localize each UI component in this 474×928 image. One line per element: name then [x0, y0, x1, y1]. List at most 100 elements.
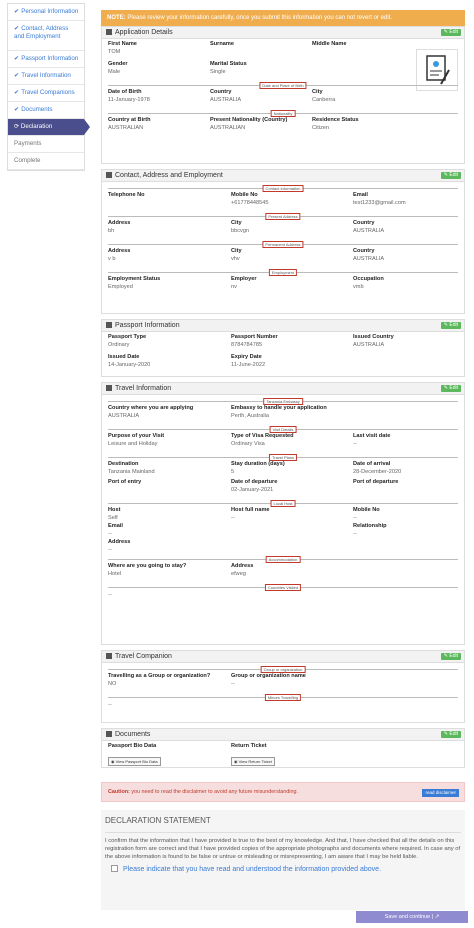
contact-section: Contact, Address and Employment ✎ Edit Co… — [101, 169, 465, 314]
caution-text: you need to read the disclaimer to avoid… — [131, 789, 298, 795]
read-disclaimer-button[interactable]: read disclaimer — [422, 789, 459, 797]
divider: Nationality — [106, 109, 460, 117]
divider: Accommodation — [106, 555, 460, 563]
user-icon — [106, 29, 112, 35]
divider-label: Date and Place of Birth — [259, 82, 307, 89]
employer-label: Employer — [231, 276, 257, 282]
cob-label: Country at Birth — [108, 117, 151, 123]
country-value: AUSTRALIA — [210, 97, 242, 103]
issued-date-value: 14-January-2020 — [108, 362, 151, 368]
edit-label: Edit — [449, 731, 458, 737]
divider: Group or organization — [106, 665, 460, 673]
group-name-label: Group or organization name — [231, 673, 306, 679]
edit-button[interactable]: ✎ Edit — [440, 172, 461, 179]
port-departure-label: Port of departure — [353, 479, 399, 485]
divider-label: Nationality — [270, 110, 296, 117]
city-label: City — [312, 89, 323, 95]
share-icon: ↗ — [434, 914, 440, 920]
sidebar-item-label: Contact, Address and Employment — [14, 25, 69, 40]
employment-status-value: Employed — [108, 284, 133, 290]
sidebar-item-passport[interactable]: ✔ Passport Information — [8, 51, 84, 68]
host-address-label: Address — [108, 539, 131, 545]
arrival-value: 28-December-2020 — [353, 469, 402, 475]
edit-button[interactable]: ✎ Edit — [440, 29, 461, 36]
relationship-label: Relationship — [353, 523, 387, 529]
issued-date-label: Issued Date — [108, 354, 140, 360]
issued-country-label: Issued Country — [353, 334, 394, 340]
departure-date-value: 02-January-2021 — [231, 487, 274, 493]
sidebar-item-payments[interactable]: Payments — [8, 136, 84, 153]
edit-button[interactable]: ✎ Edit — [440, 385, 461, 392]
sidebar-item-travel[interactable]: ✔ Travel Information — [8, 68, 84, 85]
edit-button[interactable]: ✎ Edit — [440, 322, 461, 329]
edit-button[interactable]: ✎ Edit — [440, 731, 461, 738]
address-value: v b — [108, 256, 116, 262]
destination-value: Tanzania Mainland — [108, 469, 155, 475]
group-name-value: -- — [231, 681, 235, 687]
edit-button[interactable]: ✎ Edit — [440, 653, 461, 660]
declaration-title: DECLARATION STATEMENT — [105, 816, 461, 833]
embassy-value: Perth, Australia — [231, 413, 269, 419]
countries-visited-value: -- — [108, 592, 112, 598]
divider-label: Accommodation — [265, 556, 301, 563]
mobile-label: Mobile No — [231, 192, 258, 198]
occupation-label: Occupation — [353, 276, 384, 282]
city-value: vhv — [231, 256, 240, 262]
travel-section: Travel Information ✎ Edit Tanzania Embass… — [101, 382, 465, 645]
edit-label: Edit — [449, 385, 458, 391]
host-email-extra — [231, 523, 233, 531]
agree-checkbox[interactable] — [111, 865, 118, 872]
port-entry-label: Port of entry — [108, 479, 142, 485]
passport-section: Passport Information ✎ Edit Passport Type… — [101, 319, 465, 377]
view-bio-button[interactable]: ◉ View Passport Bio Data — [108, 757, 161, 766]
sidebar-item-complete[interactable]: Complete — [8, 153, 84, 170]
save-continue-button[interactable]: Save and continue | ↗ — [356, 911, 468, 923]
group-travel-value: NO — [108, 681, 117, 687]
sidebar-item-label: Complete — [14, 157, 41, 164]
section-title: Documents — [115, 731, 151, 738]
section-header: Travel Companion ✎ Edit — [102, 651, 464, 663]
host-email-value: -- — [108, 531, 112, 537]
caution-prefix: Caution: — [108, 789, 130, 795]
surname-label: Surname — [210, 41, 234, 47]
host-fullname-label: Host full name — [231, 507, 270, 513]
host-label: Host — [108, 507, 121, 513]
residence-value: Citizen — [312, 125, 330, 131]
agree-checkbox-row[interactable]: Please indicate that you have read and u… — [105, 863, 461, 877]
sidebar-item-contact[interactable]: ✔ Contact, Address and Employment — [8, 21, 84, 51]
divider: Countries Visited — [106, 583, 460, 591]
visa-type-label: Type of Visa Requested — [231, 433, 294, 439]
edit-label: Edit — [449, 172, 458, 178]
sidebar-item-label: Passport Information — [21, 55, 79, 62]
sidebar-item-label: Declaration — [20, 123, 53, 130]
group-travel-label: Travelling as a Group or organization? — [108, 673, 211, 679]
edit-label: Edit — [449, 322, 458, 328]
divider-label: Permanent Address — [262, 241, 304, 248]
divider: Local Host — [106, 499, 460, 507]
sidebar-item-documents[interactable]: ✔ Documents — [8, 102, 84, 119]
divider-label: Travel Plans — [268, 454, 298, 461]
section-title: Passport Information — [115, 322, 180, 329]
view-ticket-label: View Return Ticket — [238, 759, 272, 764]
check-icon: ✔ — [14, 25, 20, 32]
divider: Tanzania Embassy — [106, 397, 460, 405]
sidebar-item-label: Personal Information — [21, 8, 79, 15]
sidebar-item-declaration[interactable]: ⟳ Declaration — [8, 119, 90, 136]
view-ticket-button[interactable]: ◉ View Return Ticket — [231, 757, 275, 766]
city-label: City — [231, 220, 242, 226]
sidebar-item-personal[interactable]: ✔ Personal Information — [8, 4, 84, 21]
passport-number-value: 8784784785 — [231, 342, 263, 348]
divider-label: Visit Details — [269, 426, 297, 433]
section-title: Application Details — [115, 29, 173, 36]
stay-label: Stay duration (days) — [231, 461, 285, 467]
check-icon: ✔ — [14, 89, 20, 96]
marital-label: Marital Status — [210, 61, 247, 67]
sidebar-item-companions[interactable]: ✔ Travel Companions — [8, 85, 84, 102]
employer-value: nv — [231, 284, 237, 290]
first-name-label: First Name — [108, 41, 137, 47]
refresh-icon: ⟳ — [14, 123, 21, 130]
sidebar: ✔ Personal Information ✔ Contact, Address … — [7, 3, 90, 171]
address-label: Address — [108, 220, 131, 226]
mobile-value: +61778448545 — [231, 200, 269, 206]
gender-value: Male — [108, 69, 121, 75]
